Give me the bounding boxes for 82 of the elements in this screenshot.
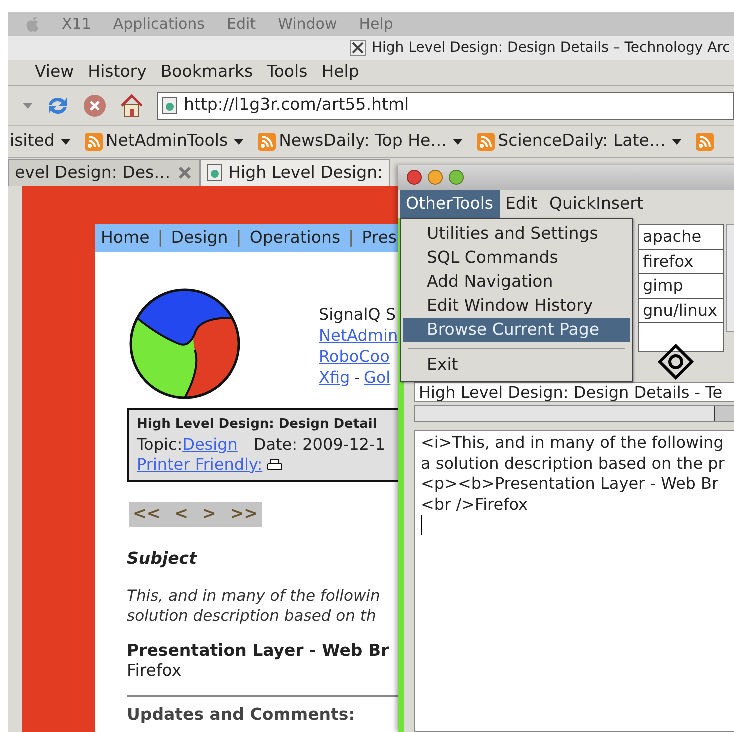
- printer-icon[interactable]: [266, 458, 283, 472]
- feed-icon: [696, 132, 714, 150]
- nav-link[interactable]: Design: [171, 226, 228, 250]
- nav-link[interactable]: Home: [101, 226, 150, 250]
- minimize-button[interactable]: [428, 170, 443, 185]
- menu-item[interactable]: Exit: [403, 353, 630, 377]
- menu-item[interactable]: Add Navigation: [403, 270, 630, 294]
- dropdown-caret-icon[interactable]: [23, 102, 33, 108]
- menu-item[interactable]: QuickInsert: [543, 190, 650, 218]
- menu-item[interactable]: View: [35, 60, 74, 85]
- address-field[interactable]: http://l1g3r.com/art55.html: [157, 92, 734, 120]
- x11-icon: [350, 40, 366, 56]
- menu-item[interactable]: Bookmarks: [160, 60, 254, 85]
- bookmark-item[interactable]: isited: [10, 129, 71, 154]
- bookmark-item[interactable]: ScienceDaily: Late…: [477, 129, 682, 154]
- zoom-button[interactable]: [449, 170, 464, 185]
- menu-item[interactable]: Edit Window History: [403, 294, 630, 318]
- subject-heading: Subject: [127, 548, 198, 570]
- feed-icon: [84, 132, 103, 150]
- page-icon: [206, 164, 223, 182]
- menu-item[interactable]: SQL Commands: [403, 246, 630, 270]
- intro-paragraph: This, and in many of the followin solution description based on th: [127, 586, 382, 626]
- feed-icon: [258, 132, 276, 150]
- nav-link[interactable]: Operations: [250, 226, 341, 250]
- menu-item[interactable]: Edit: [500, 190, 544, 218]
- menu-item[interactable]: Tools: [267, 60, 308, 85]
- tag-list[interactable]: apache firefox gimp gnu/linux: [638, 224, 724, 352]
- page-icon: [162, 96, 178, 114]
- feed-icon: [477, 132, 496, 150]
- text-cursor: [421, 515, 422, 535]
- topic-link[interactable]: Design: [182, 435, 238, 455]
- comments-heading: Updates and Comments:: [127, 704, 356, 726]
- stop-icon[interactable]: [83, 94, 107, 118]
- link[interactable]: NetAdmin: [319, 325, 398, 346]
- date-text: Date: 2009-12-1: [254, 435, 386, 455]
- tag-item[interactable]: gnu/linux: [639, 298, 723, 323]
- pager-link[interactable]: >>: [230, 502, 258, 527]
- tag-item[interactable]: gimp: [639, 274, 723, 298]
- nav-divider: |: [158, 226, 164, 249]
- menu-item[interactable]: OtherTools: [400, 190, 500, 218]
- close-tab-icon[interactable]: [176, 165, 193, 181]
- code-line: a solution description based on the pr: [421, 454, 726, 474]
- topic-label: Topic:: [137, 435, 183, 455]
- home-icon[interactable]: [119, 92, 145, 118]
- nav-link[interactable]: Pres: [362, 226, 397, 250]
- link[interactable]: Gol: [364, 367, 391, 388]
- caret-icon[interactable]: [60, 138, 71, 144]
- bookmark-item[interactable]: NewsDaily: Top He…: [258, 129, 464, 154]
- code-line: <i>This, and in many of the following: [421, 433, 725, 454]
- menu-item[interactable]: Help: [322, 60, 360, 85]
- section-text: Firefox: [127, 660, 183, 680]
- menu-item[interactable]: History: [88, 60, 147, 85]
- caret-icon[interactable]: [453, 138, 464, 144]
- close-button[interactable]: [407, 170, 422, 185]
- tag-item[interactable]: apache: [639, 225, 723, 250]
- nav-divider: |: [348, 226, 354, 249]
- horizontal-scrollbar[interactable]: [414, 405, 734, 422]
- pager-link[interactable]: >: [202, 502, 216, 527]
- code-line: <p><b>Presentation Layer - Web Br: [421, 474, 720, 494]
- bookmark-item[interactable]: NetAdminTools: [84, 129, 244, 154]
- title-field[interactable]: High Level Design: Design Details - Te: [414, 382, 734, 402]
- tag-item[interactable]: firefox: [639, 250, 723, 274]
- window-title: High Level Design: Design Details – Technology Arc: [372, 38, 730, 58]
- pager-link[interactable]: <: [174, 502, 188, 527]
- menu-item[interactable]: Browse Current Page: [403, 318, 630, 342]
- article-title: High Level Design: Design Detail: [137, 416, 378, 434]
- text-editor[interactable]: <i>This, and in many of the following a solution description based on the pr <p><b>Presentation Layer - Web Br <br />Firefox: [414, 430, 734, 732]
- separator-text: -: [354, 367, 360, 388]
- diamond-icon[interactable]: [658, 344, 694, 380]
- link[interactable]: Xfig: [319, 367, 350, 388]
- code-line: <br />Firefox: [421, 494, 529, 515]
- nav-divider: |: [236, 226, 242, 249]
- pager-link[interactable]: <<: [133, 502, 161, 527]
- browser-tab[interactable]: evel Design: Des…: [8, 159, 200, 186]
- site-name: SignalQ S: [319, 304, 397, 325]
- caret-icon[interactable]: [672, 138, 682, 144]
- section-heading: Presentation Layer - Web Br: [127, 640, 390, 660]
- browser-tab[interactable]: High Level Design:: [200, 159, 390, 186]
- menu-item[interactable]: Utilities and Settings: [403, 222, 630, 246]
- link[interactable]: RoboCoo: [319, 346, 390, 367]
- printer-friendly-link[interactable]: Printer Friendly:: [137, 455, 263, 475]
- caret-icon[interactable]: [234, 138, 244, 144]
